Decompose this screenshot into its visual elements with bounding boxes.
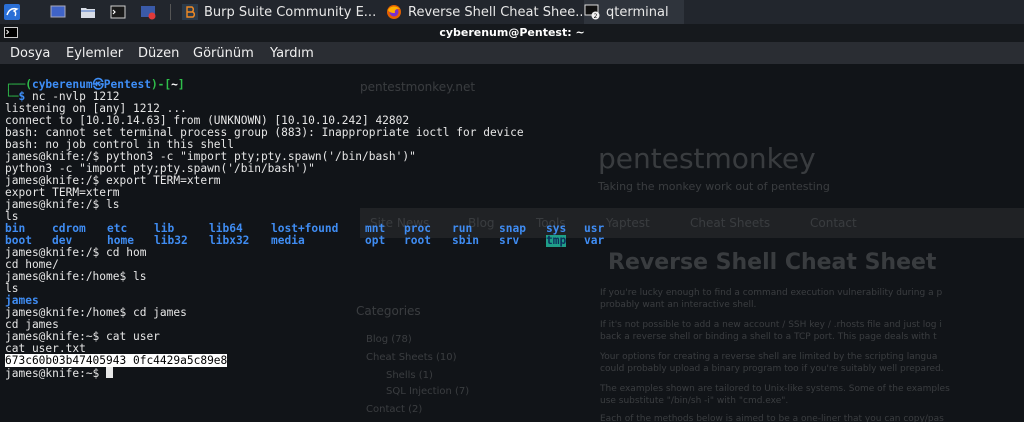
text-cursor bbox=[106, 367, 114, 378]
dir-entry-tmp: tmp bbox=[546, 234, 567, 248]
ghost-paragraph: The examples shown are tailored to Unix-… bbox=[600, 384, 950, 394]
task-label: qterminal bbox=[606, 4, 669, 20]
burp-icon bbox=[182, 4, 198, 20]
ghost-paragraph: could probably upload a binary program t… bbox=[600, 364, 944, 374]
dir-entry: media bbox=[271, 234, 305, 247]
ghost-paragraph: back a reverse shell or binding a shell … bbox=[600, 332, 937, 342]
ghost-paragraph: If you're lucky enough to find a command… bbox=[600, 288, 943, 298]
prompt-dir: ~ bbox=[171, 78, 178, 91]
task-firefox[interactable]: Reverse Shell Cheat Shee... bbox=[386, 0, 582, 24]
user-flag-line: 673c60b03b47405943 0fc4429a5c89e8 bbox=[5, 354, 228, 367]
ghost-sidebar-item: Contact (2) bbox=[366, 404, 423, 415]
ghost-sidebar-item: Shells (1) bbox=[386, 370, 433, 381]
ghost-tagline: Taking the monkey work out of pentesting bbox=[598, 180, 830, 193]
menu-actions[interactable]: Eylemler bbox=[66, 46, 123, 61]
ghost-url: pentestmonkey.net bbox=[360, 80, 476, 94]
ghost-sidebar-title: Categories bbox=[356, 304, 421, 318]
ghost-paragraph: Each of the methods below is aimed to be… bbox=[600, 414, 944, 422]
dir-entry: var bbox=[584, 234, 605, 247]
ghost-sidebar-item: SQL Injection (7) bbox=[386, 386, 470, 397]
final-prompt-line: james@knife:~$ bbox=[5, 367, 114, 380]
terminal-window: pentestmonkey.net pentestmonkey Taking t… bbox=[0, 24, 1024, 422]
dir-entry: libx32 bbox=[209, 234, 250, 247]
task-label: Burp Suite Community E... bbox=[204, 4, 377, 20]
ghost-heading: Reverse Shell Cheat Sheet bbox=[608, 250, 937, 275]
task-burp-suite[interactable]: Burp Suite Community E... bbox=[182, 0, 380, 24]
ghost-brand: pentestmonkey bbox=[598, 142, 816, 175]
ghost-paragraph: Your options for creating a reverse shel… bbox=[600, 352, 938, 362]
taskbar-separator bbox=[170, 4, 171, 20]
screen-recorder-icon[interactable] bbox=[140, 4, 156, 20]
show-desktop-icon[interactable] bbox=[50, 4, 66, 20]
terminal-icon: 2 bbox=[584, 4, 600, 20]
output-line: james@knife:/$ ls bbox=[5, 198, 120, 211]
kali-menu-icon[interactable] bbox=[4, 4, 20, 20]
ghost-paragraph: If it's not possible to add a new accoun… bbox=[600, 320, 942, 330]
ghost-sidebar-item: Blog (78) bbox=[366, 334, 412, 345]
file-manager-icon[interactable] bbox=[80, 4, 96, 20]
dir-entry: lib32 bbox=[154, 234, 188, 247]
taskbar: Burp Suite Community E... Reverse Shell … bbox=[0, 0, 1024, 24]
menu-help[interactable]: Yardım bbox=[270, 46, 314, 61]
dir-entry: opt bbox=[365, 234, 386, 247]
menubar: Dosya Eylemler Düzen Görünüm Yardım bbox=[0, 42, 1024, 64]
final-prompt: james@knife:~$ bbox=[5, 367, 107, 380]
task-qterminal[interactable]: 2 qterminal bbox=[584, 0, 684, 24]
ghost-nav-3: Yaptest bbox=[606, 216, 650, 230]
window-titlebar[interactable]: cyberenum@Pentest: ~ bbox=[0, 24, 1024, 42]
menu-view[interactable]: Görünüm bbox=[193, 46, 254, 61]
terminal-launcher-icon[interactable] bbox=[110, 4, 126, 20]
dir-entry: root bbox=[404, 234, 431, 247]
task-label: Reverse Shell Cheat Shee... bbox=[408, 4, 582, 20]
ghost-paragraph: use substitute "/bin/sh -i" with "cmd.ex… bbox=[600, 396, 789, 406]
window-title: cyberenum@Pentest: ~ bbox=[439, 26, 585, 39]
ghost-sidebar-item: Cheat Sheets (10) bbox=[366, 352, 457, 363]
ghost-nav-5: Contact bbox=[810, 216, 857, 230]
dir-entry: srv bbox=[499, 234, 520, 247]
menu-edit[interactable]: Düzen bbox=[138, 46, 179, 61]
user-flag-hash: 673c60b03b47405943 0fc4429a5c89e8 bbox=[5, 354, 228, 367]
dir-entry: sbin bbox=[452, 234, 479, 247]
ghost-paragraph: probably want an interactive shell. bbox=[600, 300, 757, 310]
task-badge: 2 bbox=[594, 13, 598, 20]
output-line: james@knife:/home$ ls bbox=[5, 270, 147, 283]
background-browser-ghost: pentestmonkey.net pentestmonkey Taking t… bbox=[340, 64, 1024, 422]
menu-file[interactable]: Dosya bbox=[10, 46, 50, 61]
ghost-nav-4: Cheat Sheets bbox=[690, 216, 771, 230]
firefox-icon bbox=[387, 5, 401, 19]
